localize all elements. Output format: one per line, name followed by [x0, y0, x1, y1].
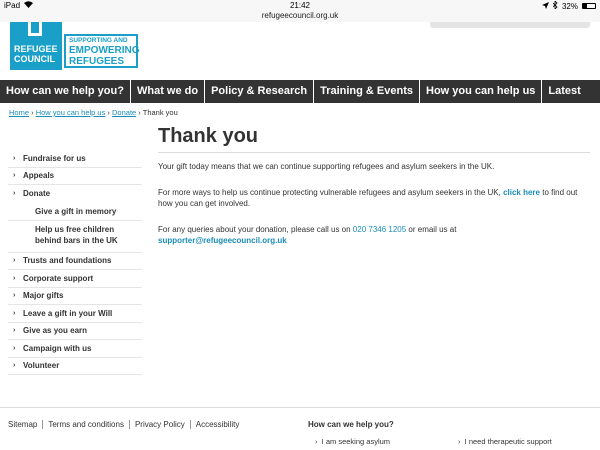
- chevron-right-icon: ›: [13, 327, 16, 335]
- chevron-right-icon: ›: [13, 309, 16, 317]
- sidebar-subitem-gift-in-memory[interactable]: Give a gift in memory: [8, 203, 142, 221]
- sidebar-item-will[interactable]: › Leave a gift in your Will: [8, 305, 142, 323]
- nav-how-you-can-help[interactable]: How you can help us: [420, 80, 543, 103]
- chevron-right-icon: ›: [13, 190, 16, 198]
- battery-percent: 32%: [561, 1, 578, 11]
- footer-help-heading: How can we help you?: [308, 420, 394, 429]
- nav-what-we-do[interactable]: What we do: [131, 80, 206, 103]
- breadcrumb: Home › How you can help us › Donate › Th…: [9, 108, 178, 117]
- sidebar-item-volunteer[interactable]: › Volunteer: [8, 358, 142, 375]
- main-content: Thank you Your gift today means that we …: [158, 125, 590, 246]
- more-ways-paragraph: For more ways to help us continue protec…: [158, 188, 578, 208]
- sidebar-subitem-free-children[interactable]: Help us free children behind bars in the…: [8, 221, 142, 253]
- chevron-right-icon: ›: [13, 257, 16, 265]
- main-nav: How can we help you? What we do Policy &…: [0, 80, 600, 103]
- logo-tagline: SUPPORTING AND EMPOWERING REFUGEES: [64, 34, 140, 68]
- nav-latest[interactable]: Latest: [542, 80, 586, 103]
- footer-option-therapeutic[interactable]: › I need therapeutic support: [458, 437, 552, 446]
- thank-you-message: Your gift today means that we can contin…: [158, 162, 495, 171]
- sidebar-item-trusts[interactable]: › Trusts and foundations: [8, 253, 142, 270]
- refugee-council-logo[interactable]: REFUGEE COUNCIL SUPPORTING AND EMPOWERIN…: [10, 22, 140, 70]
- search-box[interactable]: [430, 22, 590, 28]
- clock: 21:42: [289, 1, 311, 10]
- sidebar-item-campaign[interactable]: › Campaign with us: [8, 340, 142, 358]
- chevron-right-icon: ›: [458, 437, 465, 446]
- footer-link-sitemap[interactable]: Sitemap: [8, 420, 44, 429]
- footer-option-asylum[interactable]: › I am seeking asylum: [315, 437, 390, 446]
- chevron-right-icon: ›: [13, 344, 16, 352]
- footer-link-terms[interactable]: Terms and conditions: [43, 420, 130, 429]
- tagline-line1: SUPPORTING AND: [69, 37, 128, 44]
- chevron-right-icon: ›: [13, 292, 16, 300]
- sidebar-item-fundraise[interactable]: › Fundraise for us: [8, 150, 142, 168]
- sidebar-item-donate[interactable]: › Donate: [8, 185, 142, 203]
- chevron-right-icon: ›: [13, 154, 16, 162]
- page-title: Thank you: [158, 125, 590, 153]
- breadcrumb-current: Thank you: [142, 108, 178, 117]
- sidebar-item-give-as-you-earn[interactable]: › Give as you earn: [8, 323, 142, 340]
- logo-line2: COUNCIL: [14, 54, 55, 64]
- chevron-right-icon: ›: [13, 172, 16, 180]
- bluetooth-icon: [552, 0, 558, 11]
- breadcrumb-separator: ›: [138, 108, 141, 117]
- breadcrumb-separator: ›: [31, 108, 34, 117]
- click-here-link[interactable]: click here: [503, 188, 540, 197]
- footer-link-privacy[interactable]: Privacy Policy: [130, 420, 191, 429]
- sidebar-nav: › Fundraise for us › Appeals › Donate Give …: [8, 150, 142, 375]
- email-link[interactable]: supporter@refugeecouncil.org.uk: [158, 236, 287, 245]
- sidebar-item-major-gifts[interactable]: › Major gifts: [8, 288, 142, 305]
- breadcrumb-donate[interactable]: Donate: [112, 108, 136, 117]
- footer-link-accessibility[interactable]: Accessibility: [191, 420, 245, 429]
- phone-link[interactable]: 020 7346 1205: [353, 225, 406, 234]
- tagline-line3: REFUGEES: [69, 56, 125, 67]
- battery-icon: [582, 3, 596, 9]
- breadcrumb-home[interactable]: Home: [9, 108, 29, 117]
- footer-divider: [0, 407, 600, 408]
- breadcrumb-separator: ›: [107, 108, 110, 117]
- footer-links: Sitemap Terms and conditions Privacy Pol…: [8, 420, 244, 429]
- tagline-line2: EMPOWERING: [69, 45, 140, 56]
- breadcrumb-how-you-can-help[interactable]: How you can help us: [36, 108, 106, 117]
- logo-line1: REFUGEE: [14, 44, 58, 54]
- sidebar-item-corporate[interactable]: › Corporate support: [8, 270, 142, 288]
- address-bar[interactable]: refugeecouncil.org.uk: [0, 12, 600, 22]
- chevron-right-icon: ›: [13, 362, 16, 370]
- chevron-right-icon: ›: [13, 274, 16, 282]
- nav-how-can-we-help[interactable]: How can we help you?: [0, 80, 131, 103]
- chevron-right-icon: ›: [315, 437, 322, 446]
- site-header: REFUGEE COUNCIL SUPPORTING AND EMPOWERIN…: [0, 22, 600, 80]
- queries-paragraph: For any queries about your donation, ple…: [158, 225, 457, 245]
- sidebar-item-appeals[interactable]: › Appeals: [8, 168, 142, 185]
- location-icon: [541, 1, 549, 11]
- logo-mark: REFUGEE COUNCIL: [10, 22, 62, 70]
- nav-policy-research[interactable]: Policy & Research: [205, 80, 315, 103]
- nav-training-events[interactable]: Training & Events: [314, 80, 420, 103]
